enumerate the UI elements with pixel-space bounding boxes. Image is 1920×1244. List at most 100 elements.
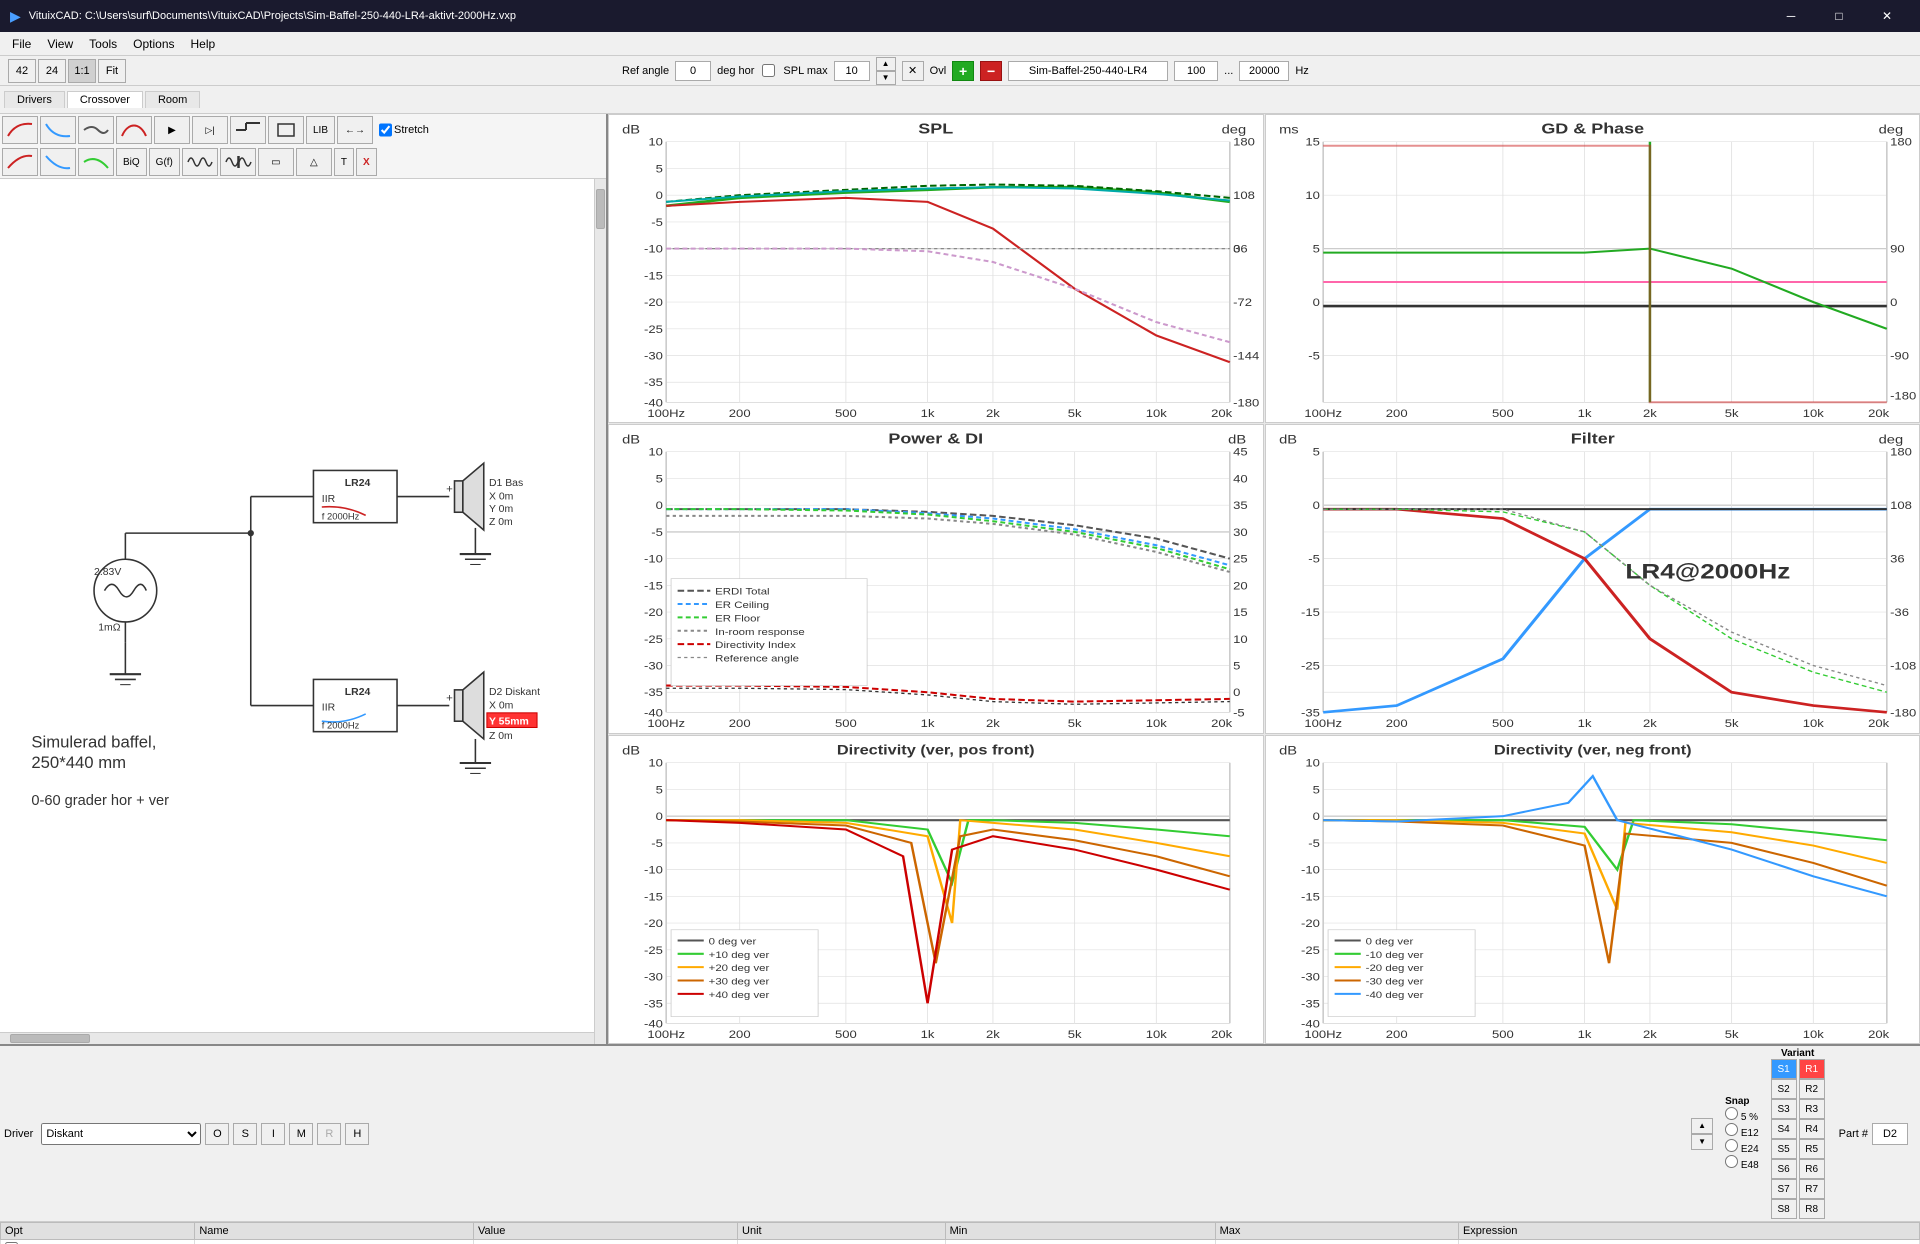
svg-text:Simulerad baffel,: Simulerad baffel, (31, 732, 156, 751)
menu-help[interactable]: Help (183, 35, 224, 53)
tool-curve4[interactable] (116, 116, 152, 144)
schematic-scrollbar-v[interactable] (594, 179, 606, 1044)
param-table: Opt Name Value Unit Min Max Expression X… (0, 1222, 1920, 1244)
svg-text:1k: 1k (921, 407, 935, 420)
titlebar: ▶ VituixCAD: C:\Users\surf\Documents\Vit… (0, 0, 1920, 32)
tool-curve-red[interactable] (2, 116, 38, 144)
driver-label: Driver (4, 1128, 33, 1140)
snap-e12[interactable]: E12 (1725, 1123, 1759, 1139)
spl-max-checkbox[interactable] (762, 64, 775, 77)
zoom-42-button[interactable]: 42 (8, 59, 36, 83)
variant-s3[interactable]: S3 (1771, 1099, 1797, 1119)
snap-label: Snap (1725, 1096, 1759, 1107)
spl-x-button[interactable]: ✕ (902, 61, 924, 81)
btn-r[interactable]: R (317, 1123, 341, 1145)
tool-tri[interactable]: △ (296, 148, 332, 176)
variant-s2[interactable]: S2 (1771, 1079, 1797, 1099)
tool-play[interactable]: ▶ (154, 116, 190, 144)
btn-s[interactable]: S (233, 1123, 257, 1145)
svg-text:-144: -144 (1233, 350, 1260, 363)
menu-file[interactable]: File (4, 35, 39, 53)
driver-select[interactable]: Diskant Bas (41, 1123, 201, 1145)
snap-e24[interactable]: E24 (1725, 1139, 1759, 1155)
maximize-button[interactable]: □ (1816, 0, 1862, 32)
snap-5pct[interactable]: 5 % (1725, 1107, 1759, 1123)
row-down-button[interactable]: ▼ (1691, 1134, 1713, 1150)
row-up-button[interactable]: ▲ (1691, 1118, 1713, 1134)
cell-opt (1, 1240, 195, 1244)
variant-s6[interactable]: S6 (1771, 1159, 1797, 1179)
close-button[interactable]: ✕ (1864, 0, 1910, 32)
variant-r3[interactable]: R3 (1799, 1099, 1825, 1119)
tool-green-curve[interactable] (78, 148, 114, 176)
svg-text:IIR: IIR (322, 494, 336, 505)
tool-curve-blue[interactable] (40, 116, 76, 144)
variant-r1[interactable]: R1 (1799, 1059, 1825, 1079)
svg-text:10: 10 (648, 446, 663, 459)
stretch-checkbox[interactable] (379, 116, 392, 144)
tab-crossover[interactable]: Crossover (67, 91, 143, 108)
btn-h[interactable]: H (345, 1123, 369, 1145)
btn-o[interactable]: O (205, 1123, 229, 1145)
tool-t[interactable]: T (334, 148, 354, 176)
variant-s5[interactable]: S5 (1771, 1139, 1797, 1159)
spl-max-input[interactable] (834, 61, 870, 81)
variant-r6[interactable]: R6 (1799, 1159, 1825, 1179)
ovl-label: Ovl (930, 65, 947, 77)
freq-min-input[interactable] (1174, 61, 1218, 81)
ovl-minus-button[interactable]: − (980, 61, 1002, 81)
variant-r8[interactable]: R8 (1799, 1199, 1825, 1219)
zoom-ratio-button[interactable]: 1:1 (68, 59, 96, 83)
variant-s1[interactable]: S1 (1771, 1059, 1797, 1079)
tool-filter2[interactable] (268, 116, 304, 144)
ref-angle-input[interactable] (675, 61, 711, 81)
tool-curve-gray[interactable] (78, 116, 114, 144)
tool-red-curve2[interactable] (2, 148, 38, 176)
tab-drivers[interactable]: Drivers (4, 91, 65, 108)
tool-blue-curve2[interactable] (40, 148, 76, 176)
tool-x[interactable]: X (356, 148, 377, 176)
tab-room[interactable]: Room (145, 91, 200, 108)
tool-gf[interactable]: G(f) (149, 148, 180, 176)
variant-r5[interactable]: R5 (1799, 1139, 1825, 1159)
tool-coil[interactable] (182, 148, 218, 176)
part-number-input[interactable] (1872, 1123, 1908, 1145)
variant-r2[interactable]: R2 (1799, 1079, 1825, 1099)
tool-play2[interactable]: ▷| (192, 116, 228, 144)
tool-filter1[interactable] (230, 116, 266, 144)
svg-text:5k: 5k (1068, 717, 1082, 730)
zoom-24-button[interactable]: 24 (38, 59, 66, 83)
variant-r4[interactable]: R4 (1799, 1119, 1825, 1139)
svg-text:Y 55mm: Y 55mm (489, 716, 529, 727)
svg-text:0: 0 (1312, 500, 1320, 513)
menu-view[interactable]: View (39, 35, 81, 53)
variant-s8[interactable]: S8 (1771, 1199, 1797, 1219)
variant-r7[interactable]: R7 (1799, 1179, 1825, 1199)
menu-options[interactable]: Options (125, 35, 182, 53)
ovl-add-button[interactable]: + (952, 61, 974, 81)
tool-transformer[interactable] (220, 148, 256, 176)
variant-s4[interactable]: S4 (1771, 1119, 1797, 1139)
tool-biq[interactable]: BiQ (116, 148, 147, 176)
right-panel: SPL dB deg 10 5 (608, 114, 1920, 1044)
driver-name-input[interactable] (1008, 61, 1168, 81)
minimize-button[interactable]: ─ (1768, 0, 1814, 32)
svg-text:-40 deg ver: -40 deg ver (1365, 990, 1423, 1000)
freq-max-input[interactable] (1239, 61, 1289, 81)
snap-e48[interactable]: E48 (1725, 1155, 1759, 1171)
tool-rect[interactable]: ▭ (258, 148, 294, 176)
svg-text:1k: 1k (1577, 1028, 1591, 1041)
tool-arrow[interactable]: ←→ (337, 116, 373, 144)
spl-down-button[interactable]: ▼ (876, 71, 896, 85)
schematic-scrollbar-h[interactable] (0, 1032, 594, 1044)
zoom-fit-button[interactable]: Fit (98, 59, 126, 83)
btn-i[interactable]: I (261, 1123, 285, 1145)
svg-text:X 0m: X 0m (489, 701, 513, 712)
menu-tools[interactable]: Tools (81, 35, 125, 53)
spl-up-button[interactable]: ▲ (876, 57, 896, 71)
svg-text:5: 5 (1233, 660, 1241, 673)
tool-lib[interactable]: LIB (306, 116, 335, 144)
svg-text:10k: 10k (1146, 1028, 1167, 1041)
variant-s7[interactable]: S7 (1771, 1179, 1797, 1199)
btn-m[interactable]: M (289, 1123, 313, 1145)
